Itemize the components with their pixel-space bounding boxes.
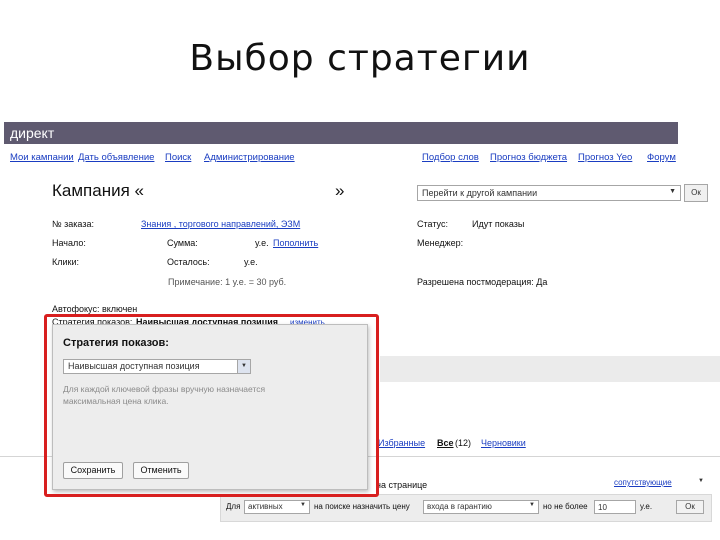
- bulk-filter-select[interactable]: активных ▼: [244, 500, 310, 514]
- direct-screenshot: директ Мои кампании Дать объявление Поис…: [0, 120, 720, 540]
- slide-title: Выбор стратегии: [189, 38, 531, 79]
- nav-forum[interactable]: Форум: [647, 152, 676, 163]
- nav-budget-forecast[interactable]: Прогноз бюджета: [490, 152, 567, 163]
- chevron-down-icon: ▼: [698, 478, 704, 484]
- bulk-set-price-text: на поиске назначить цену: [314, 502, 410, 511]
- currency-note: Примечание: 1 у.е. = 30 руб.: [168, 277, 287, 287]
- remain-label: Осталось:: [167, 257, 210, 267]
- chevron-down-icon: ▼: [529, 502, 535, 508]
- tab-favorites[interactable]: Избранные: [378, 438, 425, 448]
- chevron-down-icon: ▼: [669, 188, 676, 195]
- moderation-status: Разрешена постмодерация: Да: [417, 277, 548, 287]
- campaign-go-button[interactable]: Ок: [684, 184, 708, 202]
- order-label: № заказа:: [52, 219, 94, 229]
- bulk-ok-button[interactable]: Ок: [676, 500, 704, 514]
- brand-logo[interactable]: директ: [10, 125, 54, 141]
- start-label: Начало:: [52, 238, 86, 248]
- tab-all[interactable]: Все: [437, 438, 454, 448]
- nav-forecast-yeo[interactable]: Прогноз Yeo: [578, 152, 632, 163]
- chevron-down-icon: ▼: [300, 502, 306, 508]
- remain-unit: у.е.: [244, 257, 258, 267]
- bulk-unit: у.е.: [640, 502, 653, 511]
- columns-dropdown-label: сопутствующие: [614, 478, 672, 487]
- campaign-title-open: Кампания «: [52, 181, 144, 200]
- bulk-for-label: Для: [226, 502, 241, 511]
- brand-bar: директ: [4, 122, 678, 144]
- order-link[interactable]: Знания , торгового направлений, ЭЗМ: [141, 219, 300, 229]
- top-up-link[interactable]: Пополнить: [273, 238, 318, 248]
- nav-my-campaigns[interactable]: Мои кампании: [10, 152, 74, 163]
- campaign-title-close: »: [335, 181, 345, 200]
- bulk-not-more-text: но не более: [543, 502, 588, 511]
- campaign-switch-select[interactable]: Перейти к другой кампании ▼: [417, 185, 681, 201]
- highlight-frame: [44, 314, 379, 497]
- on-page-text: на странице: [376, 480, 428, 490]
- nav-create-ad[interactable]: Дать объявление: [78, 152, 154, 163]
- tab-all-count: (12): [455, 438, 472, 448]
- nav-search[interactable]: Поиск: [165, 152, 191, 163]
- bulk-filter-value: активных: [248, 502, 283, 511]
- autofocus-status: Автофокус: включен: [52, 304, 138, 314]
- status-value: Идут показы: [472, 219, 525, 229]
- sum-unit: у.е.: [255, 238, 269, 248]
- bulk-amount-input[interactable]: [594, 500, 636, 514]
- nav-admin[interactable]: Администрирование: [204, 152, 295, 163]
- tab-drafts[interactable]: Черновики: [481, 438, 526, 448]
- columns-dropdown[interactable]: сопутствующие ▼: [614, 478, 706, 490]
- campaign-title: Кампания « »: [52, 181, 344, 201]
- clicks-label: Клики:: [52, 257, 79, 267]
- sum-label: Сумма:: [167, 238, 198, 248]
- bulk-price-value: входа в гарантию: [427, 502, 492, 511]
- bulk-price-select[interactable]: входа в гарантию ▼: [423, 500, 539, 514]
- campaign-switch-value: Перейти к другой кампании: [422, 188, 538, 198]
- status-label: Статус:: [417, 219, 448, 229]
- manager-label: Менеджер:: [417, 238, 464, 248]
- table-header-band: [380, 356, 720, 382]
- nav-word-selection[interactable]: Подбор слов: [422, 152, 479, 163]
